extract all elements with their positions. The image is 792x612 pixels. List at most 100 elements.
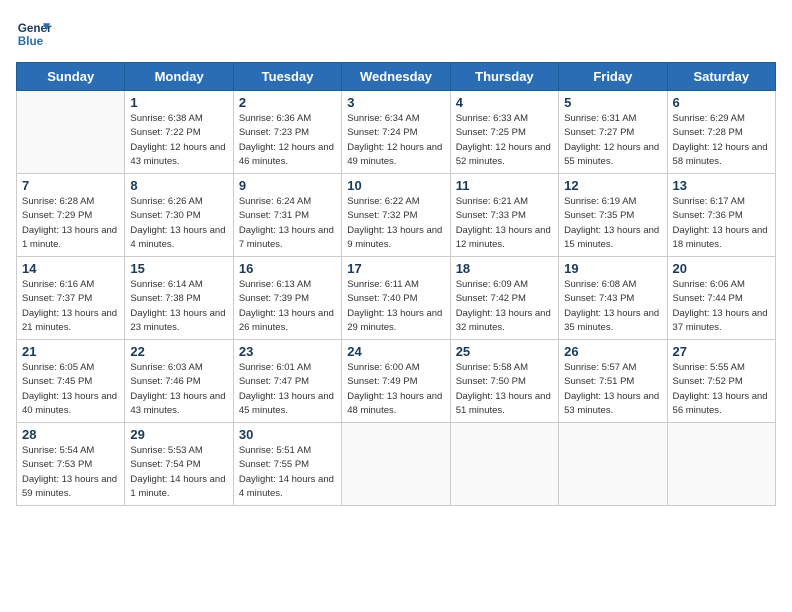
day-info: Sunrise: 5:53 AMSunset: 7:54 PMDaylight:… (130, 444, 227, 501)
calendar-cell: 30 Sunrise: 5:51 AMSunset: 7:55 PMDayligh… (233, 423, 341, 506)
day-info: Sunrise: 6:24 AMSunset: 7:31 PMDaylight:… (239, 195, 336, 252)
day-number: 14 (22, 261, 119, 276)
day-info: Sunrise: 6:16 AMSunset: 7:37 PMDaylight:… (22, 278, 119, 335)
day-number: 2 (239, 95, 336, 110)
page-header: General Blue (16, 16, 776, 52)
calendar-header-row: SundayMondayTuesdayWednesdayThursdayFrid… (17, 63, 776, 91)
calendar-cell (342, 423, 450, 506)
day-info: Sunrise: 6:13 AMSunset: 7:39 PMDaylight:… (239, 278, 336, 335)
day-info: Sunrise: 6:08 AMSunset: 7:43 PMDaylight:… (564, 278, 661, 335)
svg-text:Blue: Blue (18, 35, 44, 48)
day-number: 21 (22, 344, 119, 359)
calendar-cell: 15Sunrise: 6:14 AMSunset: 7:38 PMDayligh… (125, 257, 233, 340)
calendar-cell: 3 Sunrise: 6:34 AMSunset: 7:24 PMDaylight… (342, 91, 450, 174)
day-number: 16 (239, 261, 336, 276)
day-header-saturday: Saturday (667, 63, 775, 91)
day-number: 26 (564, 344, 661, 359)
day-number: 23 (239, 344, 336, 359)
calendar-cell: 12 Sunrise: 6:19 AMSunset: 7:35 PMDayligh… (559, 174, 667, 257)
day-info: Sunrise: 6:05 AMSunset: 7:45 PMDaylight:… (22, 361, 119, 418)
day-info: Sunrise: 5:57 AMSunset: 7:51 PMDaylight:… (564, 361, 661, 418)
day-number: 28 (22, 427, 119, 442)
day-number: 24 (347, 344, 444, 359)
calendar-cell: 27 Sunrise: 5:55 AMSunset: 7:52 PMDayligh… (667, 340, 775, 423)
calendar-cell: 26 Sunrise: 5:57 AMSunset: 7:51 PMDayligh… (559, 340, 667, 423)
calendar-cell (559, 423, 667, 506)
calendar-week-5: 28 Sunrise: 5:54 AMSunset: 7:53 PMDayligh… (17, 423, 776, 506)
day-number: 3 (347, 95, 444, 110)
calendar-week-4: 21 Sunrise: 6:05 AMSunset: 7:45 PMDayligh… (17, 340, 776, 423)
day-number: 19 (564, 261, 661, 276)
day-number: 20 (673, 261, 770, 276)
day-number: 22 (130, 344, 227, 359)
calendar-cell: 22 Sunrise: 6:03 AMSunset: 7:46 PMDayligh… (125, 340, 233, 423)
calendar-cell: 14 Sunrise: 6:16 AMSunset: 7:37 PMDayligh… (17, 257, 125, 340)
calendar-cell: 16 Sunrise: 6:13 AMSunset: 7:39 PMDayligh… (233, 257, 341, 340)
calendar-cell (450, 423, 558, 506)
day-info: Sunrise: 6:03 AMSunset: 7:46 PMDaylight:… (130, 361, 227, 418)
day-number: 13 (673, 178, 770, 193)
day-info: Sunrise: 6:01 AMSunset: 7:47 PMDaylight:… (239, 361, 336, 418)
calendar-cell (667, 423, 775, 506)
day-info: Sunrise: 6:33 AMSunset: 7:25 PMDaylight:… (456, 112, 553, 169)
day-number: 12 (564, 178, 661, 193)
calendar-cell: 6Sunrise: 6:29 AMSunset: 7:28 PMDaylight… (667, 91, 775, 174)
day-info: Sunrise: 6:09 AMSunset: 7:42 PMDaylight:… (456, 278, 553, 335)
day-info: Sunrise: 6:36 AMSunset: 7:23 PMDaylight:… (239, 112, 336, 169)
day-info: Sunrise: 6:00 AMSunset: 7:49 PMDaylight:… (347, 361, 444, 418)
calendar-cell: 13 Sunrise: 6:17 AMSunset: 7:36 PMDayligh… (667, 174, 775, 257)
day-info: Sunrise: 6:38 AMSunset: 7:22 PMDaylight:… (130, 112, 227, 169)
calendar-cell: 7 Sunrise: 6:28 AMSunset: 7:29 PMDaylight… (17, 174, 125, 257)
day-number: 5 (564, 95, 661, 110)
day-info: Sunrise: 5:54 AMSunset: 7:53 PMDaylight:… (22, 444, 119, 501)
calendar-cell (17, 91, 125, 174)
calendar-cell: 10 Sunrise: 6:22 AMSunset: 7:32 PMDayligh… (342, 174, 450, 257)
calendar-cell: 18 Sunrise: 6:09 AMSunset: 7:42 PMDayligh… (450, 257, 558, 340)
calendar-cell: 24 Sunrise: 6:00 AMSunset: 7:49 PMDayligh… (342, 340, 450, 423)
day-info: Sunrise: 6:28 AMSunset: 7:29 PMDaylight:… (22, 195, 119, 252)
calendar-cell: 9 Sunrise: 6:24 AMSunset: 7:31 PMDaylight… (233, 174, 341, 257)
calendar-cell: 23 Sunrise: 6:01 AMSunset: 7:47 PMDayligh… (233, 340, 341, 423)
day-info: Sunrise: 6:06 AMSunset: 7:44 PMDaylight:… (673, 278, 770, 335)
day-info: Sunrise: 6:22 AMSunset: 7:32 PMDaylight:… (347, 195, 444, 252)
calendar-cell: 8Sunrise: 6:26 AMSunset: 7:30 PMDaylight… (125, 174, 233, 257)
day-info: Sunrise: 6:26 AMSunset: 7:30 PMDaylight:… (130, 195, 227, 252)
day-header-monday: Monday (125, 63, 233, 91)
logo-icon: General Blue (16, 16, 52, 52)
day-number: 7 (22, 178, 119, 193)
calendar-cell: 29 Sunrise: 5:53 AMSunset: 7:54 PMDayligh… (125, 423, 233, 506)
day-number: 11 (456, 178, 553, 193)
calendar-cell: 20 Sunrise: 6:06 AMSunset: 7:44 PMDayligh… (667, 257, 775, 340)
day-header-wednesday: Wednesday (342, 63, 450, 91)
day-info: Sunrise: 6:34 AMSunset: 7:24 PMDaylight:… (347, 112, 444, 169)
day-info: Sunrise: 6:19 AMSunset: 7:35 PMDaylight:… (564, 195, 661, 252)
day-header-friday: Friday (559, 63, 667, 91)
day-number: 4 (456, 95, 553, 110)
day-number: 15 (130, 261, 227, 276)
day-number: 29 (130, 427, 227, 442)
day-info: Sunrise: 5:51 AMSunset: 7:55 PMDaylight:… (239, 444, 336, 501)
day-info: Sunrise: 5:55 AMSunset: 7:52 PMDaylight:… (673, 361, 770, 418)
day-number: 25 (456, 344, 553, 359)
calendar-cell: 5Sunrise: 6:31 AMSunset: 7:27 PMDaylight… (559, 91, 667, 174)
day-info: Sunrise: 6:29 AMSunset: 7:28 PMDaylight:… (673, 112, 770, 169)
calendar-table: SundayMondayTuesdayWednesdayThursdayFrid… (16, 62, 776, 506)
day-info: Sunrise: 6:21 AMSunset: 7:33 PMDaylight:… (456, 195, 553, 252)
day-number: 10 (347, 178, 444, 193)
calendar-cell: 21 Sunrise: 6:05 AMSunset: 7:45 PMDayligh… (17, 340, 125, 423)
calendar-cell: 17 Sunrise: 6:11 AMSunset: 7:40 PMDayligh… (342, 257, 450, 340)
day-number: 17 (347, 261, 444, 276)
calendar-cell: 1Sunrise: 6:38 AMSunset: 7:22 PMDaylight… (125, 91, 233, 174)
day-number: 30 (239, 427, 336, 442)
day-number: 18 (456, 261, 553, 276)
calendar-cell: 11 Sunrise: 6:21 AMSunset: 7:33 PMDayligh… (450, 174, 558, 257)
calendar-cell: 2 Sunrise: 6:36 AMSunset: 7:23 PMDaylight… (233, 91, 341, 174)
day-info: Sunrise: 6:17 AMSunset: 7:36 PMDaylight:… (673, 195, 770, 252)
calendar-week-2: 7 Sunrise: 6:28 AMSunset: 7:29 PMDaylight… (17, 174, 776, 257)
day-number: 27 (673, 344, 770, 359)
day-info: Sunrise: 6:11 AMSunset: 7:40 PMDaylight:… (347, 278, 444, 335)
day-number: 9 (239, 178, 336, 193)
calendar-week-3: 14 Sunrise: 6:16 AMSunset: 7:37 PMDayligh… (17, 257, 776, 340)
logo: General Blue (16, 16, 52, 52)
day-header-tuesday: Tuesday (233, 63, 341, 91)
